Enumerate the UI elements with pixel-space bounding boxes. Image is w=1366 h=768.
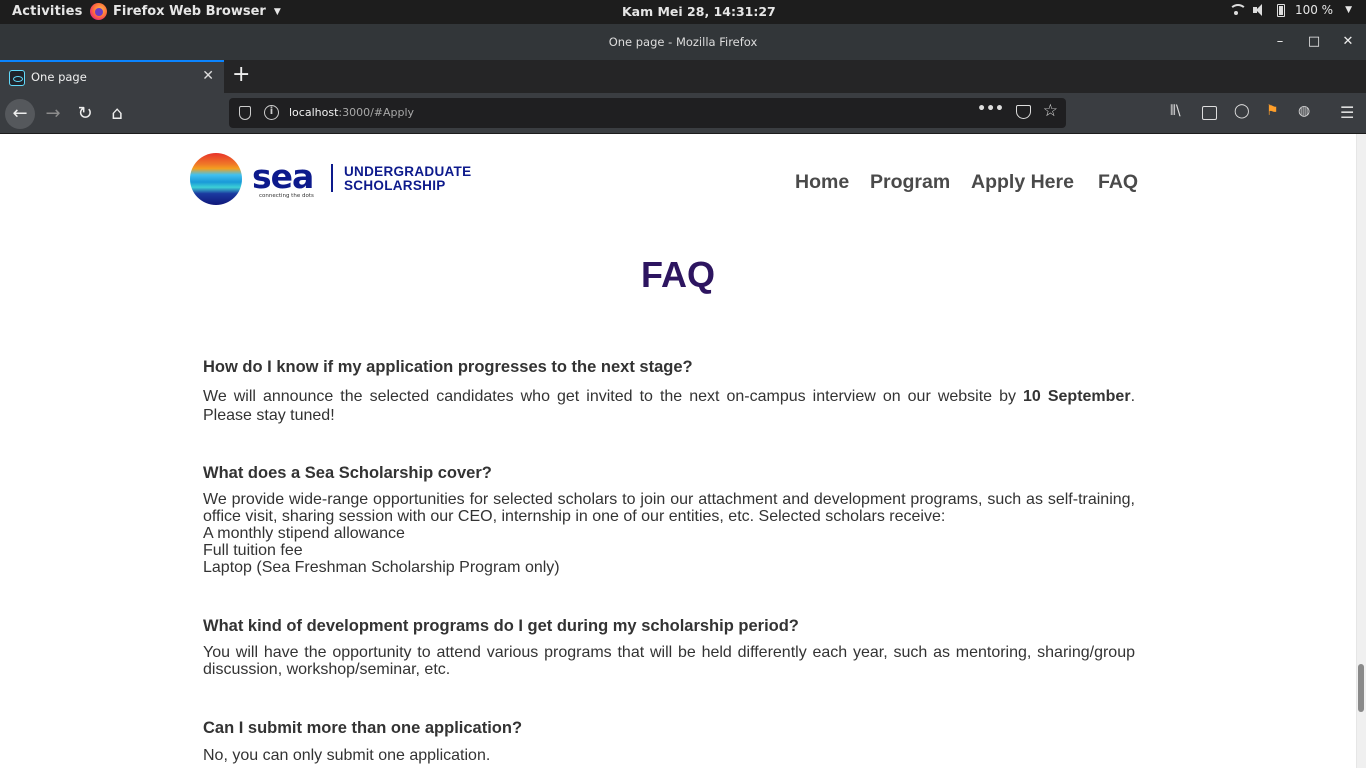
firefox-icon	[90, 3, 107, 20]
sidebar-icon[interactable]	[1202, 106, 1217, 120]
logo-wordmark: sea	[252, 157, 314, 196]
sea-globe-logo	[190, 153, 242, 205]
site-info-icon[interactable]: i	[264, 105, 279, 120]
address-bar[interactable]: i localhost:3000/#Apply ••• ☆	[229, 98, 1066, 128]
list-item: Full tuition fee	[203, 542, 303, 559]
tracking-protection-icon[interactable]	[239, 106, 251, 120]
faq-question: Can I submit more than one application?	[203, 719, 523, 737]
pocket-icon[interactable]	[1016, 105, 1031, 119]
bookmark-star-icon[interactable]: ☆	[1043, 101, 1058, 121]
faq-question: What kind of development programs do I g…	[203, 617, 799, 635]
close-tab-button[interactable]: ✕	[202, 68, 214, 84]
battery-percentage: 100 %	[1294, 3, 1334, 17]
page-actions-button[interactable]: •••	[977, 101, 1004, 117]
navigation-toolbar: ← → ↻ ⌂ i localhost:3000/#Apply ••• ☆ ⫴\…	[0, 93, 1366, 134]
nav-program[interactable]: Program	[870, 171, 950, 194]
extension-icon[interactable]: ⚑	[1266, 103, 1279, 119]
chevron-down-icon: ▼	[273, 6, 281, 17]
tab-title: One page	[31, 70, 87, 84]
account-icon[interactable]: ◯	[1234, 103, 1250, 119]
minimize-button[interactable]: –	[1270, 32, 1290, 52]
faq-item: How do I know if my application progress…	[203, 358, 1135, 425]
faq-item: What does a Sea Scholarship cover? We pr…	[203, 464, 1135, 576]
logo-tagline: connecting the dots	[259, 193, 314, 199]
nav-apply-here[interactable]: Apply Here	[971, 171, 1074, 194]
activities-button[interactable]: Activities	[12, 4, 83, 19]
faq-answer: We will announce the selected candidates…	[203, 388, 1136, 424]
home-button[interactable]: ⌂	[102, 99, 132, 129]
url-text[interactable]: localhost:3000/#Apply	[289, 106, 414, 119]
faq-question: What does a Sea Scholarship cover?	[203, 464, 492, 482]
faq-question: How do I know if my application progress…	[203, 358, 693, 376]
close-window-button[interactable]: ✕	[1338, 32, 1358, 52]
faq-answer: No, you can only submit one application.	[203, 747, 491, 764]
nav-faq[interactable]: FAQ	[1098, 171, 1138, 194]
battery-icon	[1276, 3, 1285, 17]
tab-one-page[interactable]: One page ✕	[0, 60, 224, 93]
system-top-bar: Activities Firefox Web Browser ▼ Kam Mei…	[0, 0, 1366, 24]
list-item: A monthly stipend allowance	[203, 525, 405, 542]
web-page: sea connecting the dots UNDERGRADUATE SC…	[0, 134, 1356, 768]
faq-item: Can I submit more than one application? …	[203, 719, 1135, 765]
back-button[interactable]: ←	[5, 99, 35, 129]
hamburger-menu-icon[interactable]: ☰	[1340, 103, 1354, 122]
nav-home[interactable]: Home	[795, 171, 849, 194]
system-clock[interactable]: Kam Mei 28, 14:31:27	[622, 4, 776, 19]
maximize-button[interactable]: □	[1304, 32, 1324, 52]
globe-icon[interactable]: ◍	[1298, 103, 1310, 119]
faq-answer: You will have the opportunity to attend …	[203, 644, 1135, 678]
logo-line-2: SCHOLARSHIP	[344, 178, 446, 193]
benefit-list: A monthly stipend allowance Full tuition…	[203, 525, 1135, 576]
scrollbar-thumb[interactable]	[1358, 664, 1364, 712]
list-item: Laptop (Sea Freshman Scholarship Program…	[203, 559, 560, 576]
library-icon[interactable]: ⫴\	[1170, 103, 1181, 119]
logo-line-1: UNDERGRADUATE	[344, 164, 472, 179]
chevron-down-icon: ▼	[1345, 5, 1352, 15]
new-tab-button[interactable]: +	[232, 62, 250, 88]
site-logo[interactable]: sea connecting the dots UNDERGRADUATE SC…	[190, 153, 494, 205]
window-title-bar: One page - Mozilla Firefox – □ ✕	[0, 24, 1366, 60]
tab-strip: One page ✕ +	[0, 60, 1366, 93]
system-tray[interactable]: 100 % ▼	[1229, 3, 1352, 17]
app-menu-label: Firefox Web Browser	[113, 4, 266, 19]
forward-button[interactable]: →	[38, 99, 68, 129]
react-favicon-icon	[9, 70, 25, 86]
window-title: One page - Mozilla Firefox	[608, 35, 758, 49]
reload-button[interactable]: ↻	[70, 99, 100, 129]
logo-divider	[331, 164, 333, 192]
wifi-icon	[1229, 4, 1243, 16]
app-menu[interactable]: Firefox Web Browser ▼	[90, 3, 281, 20]
page-title: FAQ	[640, 254, 715, 295]
volume-icon	[1252, 4, 1267, 16]
faq-item: What kind of development programs do I g…	[203, 617, 1135, 678]
faq-answer: We provide wide-range opportunities for …	[203, 491, 1135, 525]
